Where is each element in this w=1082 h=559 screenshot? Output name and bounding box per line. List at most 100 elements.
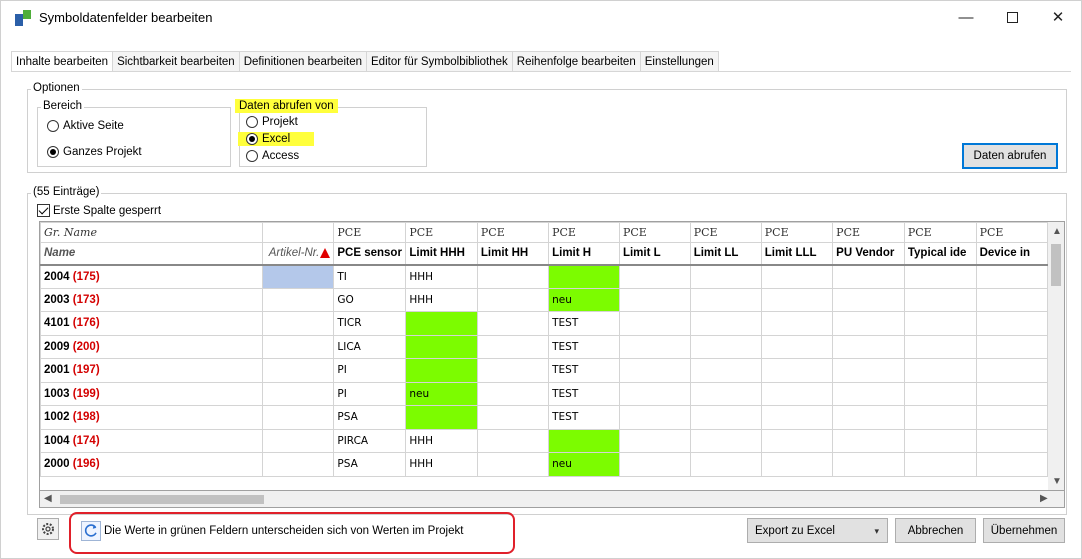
name-cell[interactable]: 1004 (174) (40, 428, 263, 453)
header-cell[interactable]: PCE (903, 222, 977, 243)
name-cell[interactable]: 4101 (176) (40, 311, 263, 336)
horizontal-scrollbar[interactable]: ◀ ▶ (39, 491, 1065, 508)
cell[interactable] (618, 334, 691, 359)
maximize-button[interactable] (989, 1, 1035, 33)
cell[interactable] (975, 358, 1048, 383)
column-header[interactable]: Limit HHH (405, 242, 478, 266)
cell[interactable] (760, 264, 834, 289)
vertical-scroll-thumb[interactable] (1051, 244, 1061, 286)
limit-hh-cell[interactable] (476, 358, 550, 383)
sensor-cell[interactable]: PSA (333, 452, 407, 477)
tab-inhalte[interactable]: Inhalte bearbeiten (11, 51, 114, 72)
limit-h-cell[interactable]: neu (548, 287, 620, 312)
radio-excel[interactable]: Excel (238, 132, 315, 146)
cell[interactable] (903, 452, 977, 477)
limit-hhh-cell[interactable] (405, 405, 478, 430)
daten-abrufen-button[interactable]: Daten abrufen (962, 143, 1058, 169)
tab-einstellungen[interactable]: Einstellungen (640, 51, 719, 72)
sensor-cell[interactable]: TICR (333, 311, 407, 336)
cell[interactable] (975, 452, 1048, 477)
sensor-cell[interactable]: LICA (333, 334, 407, 359)
cell[interactable] (832, 428, 905, 453)
limit-hhh-cell[interactable] (405, 334, 478, 359)
sensor-cell[interactable]: PI (333, 358, 407, 383)
sensor-cell[interactable]: GO (333, 287, 407, 312)
lock-first-column-checkbox[interactable]: Erste Spalte gesperrt (37, 204, 161, 217)
cell[interactable] (618, 428, 691, 453)
artikel-cell[interactable] (261, 311, 335, 336)
cell[interactable] (618, 311, 691, 336)
limit-h-cell[interactable]: TEST (548, 405, 620, 430)
artikel-cell[interactable] (261, 358, 335, 383)
cell[interactable] (975, 264, 1048, 289)
name-header[interactable]: Name (40, 242, 263, 266)
limit-hh-cell[interactable] (476, 334, 550, 359)
cell[interactable] (760, 311, 834, 336)
cell[interactable] (618, 405, 691, 430)
cell[interactable] (760, 287, 834, 312)
cell[interactable] (975, 287, 1048, 312)
tab-sichtbarkeit[interactable]: Sichtbarkeit bearbeiten (113, 51, 240, 72)
header-cell[interactable]: PCE (832, 222, 905, 243)
cell[interactable] (618, 264, 691, 289)
radio-aktive-seite[interactable]: Aktive Seite (47, 120, 124, 132)
cell[interactable] (975, 405, 1048, 430)
header-cell[interactable]: PCE (405, 222, 478, 243)
group-name-header[interactable]: Gr. Name (40, 222, 263, 243)
tab-editor[interactable]: Editor für Symbolbibliothek (367, 51, 513, 72)
cell[interactable] (760, 452, 834, 477)
limit-hh-cell[interactable] (476, 428, 550, 453)
cell[interactable] (903, 428, 977, 453)
limit-h-cell[interactable]: TEST (548, 334, 620, 359)
artikel-cell[interactable] (261, 287, 335, 312)
header-cell[interactable]: PCE (689, 222, 762, 243)
limit-h-cell[interactable]: TEST (548, 381, 620, 406)
limit-h-cell[interactable]: TEST (548, 358, 620, 383)
artikel-cell[interactable] (261, 381, 335, 406)
cell[interactable] (832, 311, 905, 336)
cell[interactable] (975, 381, 1048, 406)
cell[interactable] (689, 334, 762, 359)
cell[interactable] (618, 287, 691, 312)
artikel-cell[interactable] (261, 264, 335, 289)
horizontal-scroll-thumb[interactable] (60, 495, 264, 504)
cell[interactable] (975, 311, 1048, 336)
column-header[interactable]: PCE sensor (333, 242, 407, 266)
limit-h-cell[interactable] (548, 264, 620, 289)
name-cell[interactable]: 1003 (199) (40, 381, 263, 406)
cell[interactable] (689, 452, 762, 477)
scroll-up-icon[interactable]: ▲ (1052, 226, 1062, 237)
cell[interactable] (760, 405, 834, 430)
artikel-cell[interactable] (261, 452, 335, 477)
column-header[interactable]: Device in (975, 242, 1048, 266)
sensor-cell[interactable]: PIRCA (333, 428, 407, 453)
name-cell[interactable]: 2000 (196) (40, 452, 263, 477)
cancel-button[interactable]: Abbrechen (895, 518, 976, 543)
cell[interactable] (618, 452, 691, 477)
cell[interactable] (903, 264, 977, 289)
cell[interactable] (832, 264, 905, 289)
cell[interactable] (832, 287, 905, 312)
cell[interactable] (689, 264, 762, 289)
limit-hh-cell[interactable] (476, 264, 550, 289)
artikel-cell[interactable] (261, 334, 335, 359)
name-cell[interactable]: 2001 (197) (40, 358, 263, 383)
radio-access[interactable]: Access (246, 150, 299, 162)
cell[interactable] (760, 428, 834, 453)
sensor-cell[interactable]: PSA (333, 405, 407, 430)
header-cell[interactable]: PCE (548, 222, 620, 243)
limit-hhh-cell[interactable]: HHH (405, 452, 478, 477)
limit-hh-cell[interactable] (476, 405, 550, 430)
column-header[interactable]: Limit HH (476, 242, 550, 266)
limit-hh-cell[interactable] (476, 452, 550, 477)
scroll-right-icon[interactable]: ▶ (1040, 493, 1048, 504)
tab-definitionen[interactable]: Definitionen bearbeiten (239, 51, 367, 72)
sensor-cell[interactable]: PI (333, 381, 407, 406)
cell[interactable] (689, 287, 762, 312)
limit-hhh-cell[interactable]: HHH (405, 428, 478, 453)
header-cell[interactable]: PCE (975, 222, 1048, 243)
limit-hh-cell[interactable] (476, 381, 550, 406)
limit-h-cell[interactable]: neu (548, 452, 620, 477)
limit-hhh-cell[interactable]: HHH (405, 264, 478, 289)
limit-hhh-cell[interactable] (405, 311, 478, 336)
